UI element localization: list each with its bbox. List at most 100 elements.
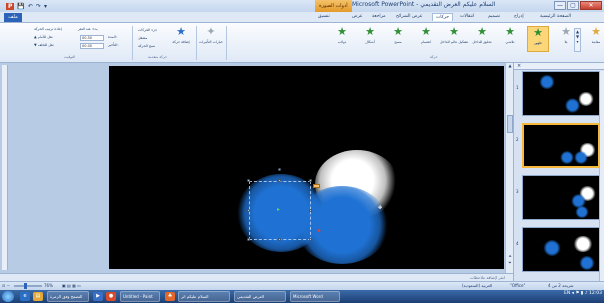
animation-star-icon: ★	[365, 25, 375, 38]
advanced-group-label: حركة متقدمة	[148, 55, 168, 59]
duration-field[interactable]: 00.50	[80, 35, 104, 41]
tab-review[interactable]: مراجعة	[372, 14, 386, 19]
start-button[interactable]	[2, 291, 14, 302]
minimize-button[interactable]: —	[554, 1, 566, 10]
animation-star-icon: ★	[561, 25, 571, 38]
editor-vertical-scrollbar[interactable]: ▲ ⏶ ⏷	[505, 63, 513, 273]
zoom-slider-knob[interactable]	[24, 283, 27, 289]
app-icon[interactable]: P	[6, 2, 15, 10]
tab-home[interactable]: الصفحة الرئيسية	[540, 14, 571, 19]
slide-thumbnail-selected[interactable]	[522, 123, 600, 168]
animation-painter-button[interactable]: نسخ الحركة	[138, 44, 155, 48]
resize-handle[interactable]	[278, 179, 281, 182]
save-icon[interactable]: 💾	[17, 3, 24, 10]
undo-icon[interactable]: ↶	[28, 3, 33, 10]
slide-thumbnail[interactable]	[522, 175, 600, 220]
effect-options-icon: ✦	[206, 25, 216, 38]
animation-gallery-item[interactable]: ★ تلاشي	[499, 26, 521, 52]
animation-gallery-label: تحليق للداخل	[472, 40, 492, 44]
resize-handle[interactable]	[247, 179, 250, 182]
resize-handle[interactable]	[278, 238, 281, 241]
tab-transitions[interactable]: انتقالات	[460, 14, 474, 19]
zoom-slider[interactable]	[14, 285, 42, 287]
delay-field[interactable]: 00.00	[80, 43, 104, 49]
tab-animations[interactable]: حركات	[432, 13, 454, 21]
thumb-blue-dot	[565, 98, 580, 113]
preview-button[interactable]: ★ معاينة	[588, 26, 604, 52]
animation-gallery-label: مسح	[394, 40, 402, 44]
animation-gallery-label: تشكيل عائم للداخل	[439, 40, 469, 44]
animation-star-icon: ★	[477, 25, 487, 38]
resize-handle[interactable]	[309, 238, 312, 241]
start-label[interactable]: بدء: عند النقر	[78, 27, 98, 31]
app-icon[interactable]: ♣	[165, 292, 175, 301]
tab-file[interactable]: ملف	[4, 13, 22, 22]
zoom-fit-icon[interactable]: ⊡ −	[2, 283, 10, 288]
animation-gallery-item[interactable]: ★ انقسام	[415, 26, 437, 52]
taskbar-button-active[interactable]: العرض التقديمي	[234, 291, 286, 302]
animation-gallery-item[interactable]: ★ أشكال	[359, 26, 381, 52]
tab-design[interactable]: تصميم	[488, 14, 500, 19]
animation-gallery-item[interactable]: ★ دولاب	[331, 26, 353, 52]
add-animation-button[interactable]: ★ إضافة حركة	[170, 26, 192, 52]
resize-handle[interactable]	[247, 238, 250, 241]
taskbar-button[interactable]: السلام عليكم اثر	[178, 291, 230, 302]
move-later-button[interactable]: ▼ نقل للخلف	[34, 43, 54, 47]
taskbar-button[interactable]: Microsoft Word	[290, 291, 340, 302]
taskbar-button[interactable]: Untitled - Paint	[120, 291, 160, 302]
tab-format[interactable]: تنسيق	[318, 14, 330, 19]
customize-qat-icon[interactable]: ▾	[44, 3, 47, 10]
notes-pane[interactable]: انقر لإضافة ملاحظات	[0, 273, 513, 281]
thumb-blue-dot	[543, 240, 561, 256]
resize-handle[interactable]	[309, 209, 312, 212]
language-indicator[interactable]: EN	[564, 291, 570, 296]
ie-icon[interactable]: e	[20, 292, 30, 301]
effect-options-button[interactable]: ✦ خيارات التأثيرات	[199, 25, 223, 52]
close-button[interactable]: ✕	[580, 1, 602, 10]
delay-label: التأخير:	[108, 43, 119, 47]
maximize-button[interactable]: ▢	[567, 1, 579, 10]
tab-slide-show[interactable]: عرض الشرائح	[396, 14, 423, 19]
animation-gallery-item[interactable]: ★ بلا	[555, 26, 577, 52]
divider	[196, 26, 197, 60]
language-indicator: العربية (السعودية)	[462, 283, 493, 288]
animation-gallery-label: ظهور	[534, 41, 542, 45]
windows-taskbar: e ▤ التصفح وفق الزمرة ▶ ● Untitled - Pai…	[0, 290, 604, 303]
animation-gallery-item[interactable]: ★ تشكيل عائم للداخل	[439, 26, 469, 52]
rotation-handle[interactable]	[278, 168, 281, 171]
slide-canvas[interactable]: ▸ ▸ ✥	[109, 66, 504, 269]
animation-gallery-item[interactable]: ★ مسح	[387, 26, 409, 52]
animation-pane-button[interactable]: جزء الحركات	[138, 28, 157, 32]
animation-gallery-item[interactable]: ★ تحليق للداخل	[471, 26, 493, 52]
animation-tag[interactable]	[313, 184, 320, 188]
move-earlier-button[interactable]: ▲ نقل للأمام	[34, 35, 53, 39]
clock[interactable]: 12:03	[589, 291, 602, 296]
explorer-icon[interactable]: ▤	[33, 292, 43, 301]
chrome-icon[interactable]: ●	[106, 292, 116, 301]
resize-handle[interactable]	[309, 179, 312, 182]
title-bar: P 💾 ↶ ↷ ▾ أدوات الصورة Microsoft PowerPo…	[0, 0, 604, 12]
slide-thumbnail[interactable]	[522, 227, 600, 272]
slide-editor: ▸ ▸ ✥ ▲ ⏶ ⏷	[0, 63, 513, 273]
thumb-blue-dot	[579, 256, 595, 270]
close-pane-icon[interactable]: ×	[517, 63, 521, 69]
status-bar: ⊡ − 76% ▣ ▤ ▦ ▭ العربية (السعودية) "Offi…	[0, 281, 604, 290]
tray-icons[interactable]: ◂ ⚑ ▮ ♪	[572, 291, 589, 296]
tab-insert[interactable]: إدراج	[514, 14, 524, 19]
slide-thumbnail[interactable]	[522, 71, 600, 116]
animation-gallery-item[interactable]: ★ ظهور	[527, 26, 549, 52]
animation-star-icon: ★	[337, 25, 347, 38]
thumb-number: 1	[516, 85, 519, 90]
media-icon[interactable]: ▶	[93, 292, 103, 301]
trigger-button[interactable]: مشغل	[138, 36, 147, 40]
quick-access-toolbar: P 💾 ↶ ↷ ▾	[6, 2, 47, 10]
redo-icon[interactable]: ↷	[36, 3, 41, 10]
view-buttons[interactable]: ▣ ▤ ▦ ▭	[62, 283, 81, 288]
resize-handle[interactable]	[247, 209, 250, 212]
zoom-level[interactable]: 76%	[44, 283, 53, 288]
thumb-blue-dot	[574, 151, 588, 164]
tab-view[interactable]: عرض	[352, 14, 363, 19]
slides-pane-scrollbar[interactable]	[599, 71, 604, 281]
animation-gallery-label: أشكال	[365, 40, 375, 44]
taskbar-button[interactable]: التصفح وفق الزمرة	[47, 291, 89, 302]
